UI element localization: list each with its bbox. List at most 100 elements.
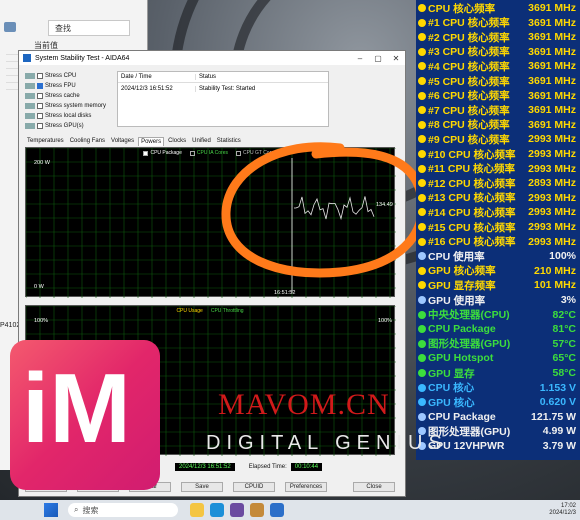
file-explorer-icon[interactable] (190, 503, 204, 517)
y-min-label: 0 W (34, 284, 44, 290)
tab-temperatures[interactable]: Temperatures (25, 137, 66, 146)
tab-clocks[interactable]: Clocks (166, 137, 188, 146)
sensor-row: CPU Package 121.75 W (416, 410, 580, 424)
sensor-row: #9 CPU 核心频率 2993 MHz (416, 132, 580, 146)
taskbar-search[interactable]: ⌕ 搜索 (68, 503, 178, 517)
stress-option-label: Stress local disks (45, 113, 92, 119)
stress-option-label: Stress cache (45, 93, 80, 99)
sensor-icon (418, 383, 426, 392)
device-icon (25, 73, 35, 79)
stress-option[interactable]: Stress cache (25, 91, 117, 101)
y-max-right-label: 100% (378, 318, 393, 324)
time-label: 16:51:52 (274, 290, 296, 296)
sensor-icon (418, 91, 426, 100)
sensor-label: #4 CPU 核心频率 (428, 60, 510, 73)
sensor-row: #2 CPU 核心频率 3691 MHz (416, 30, 580, 44)
col-date-time: Date / Time (118, 74, 196, 80)
app-icon[interactable] (250, 503, 264, 517)
explorer-search-input[interactable]: 查找 (48, 20, 130, 36)
checkbox-icon[interactable] (37, 113, 43, 119)
sensor-panel: CPU 核心频率 3691 MHz #1 CPU 核心频率 3691 MHz #2 CP… (416, 0, 580, 460)
sensor-value: 3% (560, 294, 576, 306)
sensor-value: 210 MHz (533, 264, 576, 277)
sensor-row: #7 CPU 核心频率 3691 MHz (416, 103, 580, 117)
sensor-label: #5 CPU 核心频率 (428, 75, 510, 88)
search-icon: ⌕ (74, 505, 79, 514)
tab-cooling-fans[interactable]: Cooling Fans (68, 137, 107, 146)
tagline-watermark: DIGITAL GENIUS (206, 432, 448, 454)
sensor-label: #6 CPU 核心频率 (428, 90, 510, 103)
sensor-row: GPU Hotspot 65°C (416, 351, 580, 365)
sensor-icon (418, 354, 426, 363)
taskbar-apps (190, 503, 284, 517)
sensor-icon (418, 252, 426, 261)
sensor-row: #1 CPU 核心频率 3691 MHz (416, 16, 580, 30)
legend-cpu-package[interactable]: CPU Package (143, 150, 182, 156)
sensor-row: CPU Package 81°C (416, 322, 580, 336)
sensor-value: 81°C (552, 323, 576, 336)
close-icon[interactable]: ✕ (387, 54, 405, 63)
aida64-app-icon (23, 54, 31, 62)
cpuid-button[interactable]: CPUID (233, 482, 275, 492)
sensor-value: 3691 MHz (528, 118, 576, 131)
close-button[interactable]: Close (353, 482, 395, 492)
checkbox-icon[interactable] (37, 103, 43, 109)
checkbox-icon[interactable] (37, 83, 43, 89)
sensor-value: 65°C (552, 352, 576, 365)
clock-date: 2024/12/3 (549, 510, 576, 516)
tab-powers[interactable]: Powers (138, 137, 165, 146)
checkbox-icon[interactable] (37, 93, 43, 99)
sensor-value: 3691 MHz (528, 2, 576, 14)
checkbox-icon (189, 150, 195, 156)
store-icon[interactable] (230, 503, 244, 517)
y-max-left-label: 100% (34, 318, 49, 324)
aida64-taskbar-icon[interactable] (270, 503, 284, 517)
status-time: 2024/12/3 16:51:52 (118, 85, 196, 92)
sensor-icon (418, 77, 426, 85)
device-icon (25, 93, 35, 99)
sensor-label: #3 CPU 核心频率 (428, 46, 510, 59)
sensor-row: #4 CPU 核心频率 3691 MHz (416, 59, 580, 73)
sensor-label: CPU Package (428, 410, 496, 423)
stress-option[interactable]: Stress GPU(s) (25, 121, 117, 131)
sensor-label: #9 CPU 核心频率 (428, 133, 510, 146)
save-button[interactable]: Save (181, 482, 223, 492)
sensor-label: #12 CPU 核心频率 (428, 177, 516, 190)
sensor-label: GPU Hotspot (428, 352, 494, 365)
sensor-icon (418, 62, 426, 71)
system-clock[interactable]: 17:02 2024/12/3 (549, 503, 576, 517)
windows-start-icon[interactable] (44, 503, 58, 517)
maximize-icon[interactable]: ▢ (369, 54, 387, 63)
edge-icon[interactable] (210, 503, 224, 517)
sensor-value: 57°C (552, 337, 576, 350)
sensor-row: #13 CPU 核心频率 2993 MHz (416, 191, 580, 205)
stress-option-label: Stress GPU(s) (45, 123, 84, 129)
stress-option[interactable]: Stress system memory (25, 101, 117, 111)
site-watermark: MAVOM.CN (218, 388, 390, 421)
minimize-icon[interactable]: – (351, 54, 369, 63)
legend-cpu-throttling: CPU Throttling (211, 308, 244, 314)
stress-option[interactable]: Stress CPU (25, 71, 117, 81)
sensor-row: #10 CPU 核心频率 2993 MHz (416, 147, 580, 161)
preferences-button[interactable]: Preferences (285, 482, 327, 492)
sensor-row: GPU 使用率 3% (416, 293, 580, 307)
sensor-label: GPU 显存 (428, 367, 475, 380)
col-status: Status (199, 74, 217, 80)
tab-unified[interactable]: Unified (190, 137, 213, 146)
taskbar: ⌕ 搜索 17:02 2024/12/3 (0, 500, 580, 520)
sensor-label: #7 CPU 核心频率 (428, 104, 510, 117)
sensor-label: #1 CPU 核心频率 (428, 17, 510, 30)
sensor-icon (418, 164, 426, 173)
sensor-icon (418, 150, 426, 158)
sensor-icon (418, 47, 426, 56)
stress-option[interactable]: Stress local disks (25, 111, 117, 121)
sensor-row: #16 CPU 核心频率 2993 MHz (416, 235, 580, 249)
sensor-row: CPU 核心频率 3691 MHz (416, 1, 580, 15)
aida64-titlebar[interactable]: System Stability Test - AIDA64 – ▢ ✕ (19, 51, 405, 65)
device-icon (25, 123, 35, 129)
tab-voltages[interactable]: Voltages (109, 137, 136, 146)
checkbox-icon[interactable] (37, 73, 43, 79)
sensor-row: #12 CPU 核心频率 2893 MHz (416, 176, 580, 190)
stress-option[interactable]: Stress FPU (25, 81, 117, 91)
checkbox-icon[interactable] (37, 123, 43, 129)
